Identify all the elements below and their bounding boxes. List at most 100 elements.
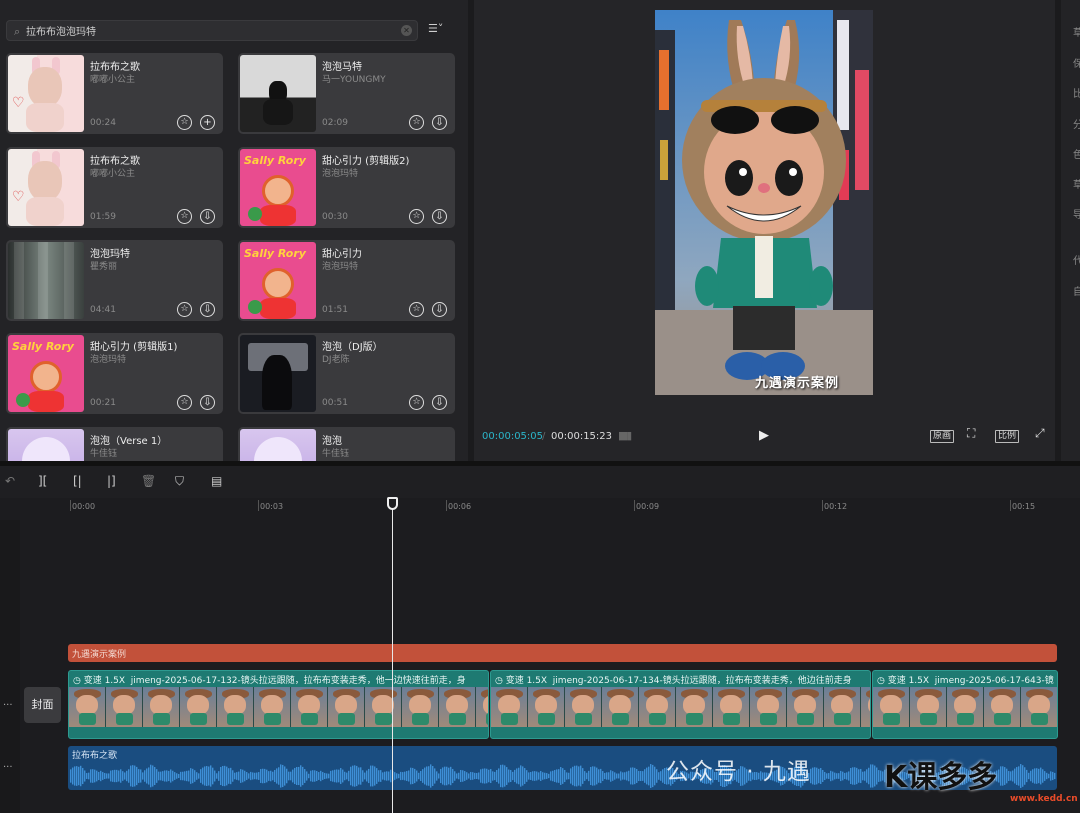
- video-clip[interactable]: ◷ 变速 1.5X jimeng-2025-06-17-132-镜头拉远跟随，拉…: [68, 670, 489, 739]
- watermark-text: 公众号 · 九遇: [666, 759, 811, 785]
- media-card[interactable]: Sally Rory 甜心引力 (剪辑版2) 泡泡玛特 00:30 ☆ ⇩: [238, 147, 455, 228]
- fullscreen-icon[interactable]: ⤢: [1033, 427, 1047, 439]
- ruler-tick: 00:15: [1009, 500, 1036, 511]
- video-caption: 九遇演示案例: [755, 376, 840, 391]
- cover-thumbnail: [240, 429, 316, 463]
- song-title: 泡泡（Verse 1）: [90, 436, 168, 447]
- favorite-icon[interactable]: ☆: [177, 302, 192, 317]
- text-clip[interactable]: 九遇演示案例: [68, 644, 1057, 662]
- video-preview[interactable]: 九遇演示案例: [655, 10, 873, 395]
- song-title: 甜心引力: [322, 249, 362, 260]
- cover-thumbnail: [240, 335, 316, 412]
- undo-icon[interactable]: ↶: [5, 474, 15, 488]
- download-icon[interactable]: ⇩: [432, 395, 447, 410]
- clip-frames: [873, 687, 1057, 727]
- time-ruler[interactable]: 00:00 00:03 00:06 00:09 00:12 00:15: [66, 498, 1080, 520]
- property-tab[interactable]: 草: [1073, 176, 1080, 191]
- property-tab[interactable]: 自: [1073, 283, 1080, 298]
- search-icon: ⌕: [14, 25, 21, 38]
- subtitle-icon[interactable]: ▤: [211, 474, 222, 488]
- cover-thumbnail: Sally Rory: [240, 242, 316, 319]
- favorite-icon[interactable]: ☆: [177, 115, 192, 130]
- search-box[interactable]: ⌕ ✕: [6, 20, 418, 41]
- split-icon[interactable]: ][: [38, 474, 47, 488]
- add-icon[interactable]: +: [200, 115, 215, 130]
- video-clip[interactable]: ◷ 变速 1.5X jimeng-2025-06-17-643-镜: [872, 670, 1058, 739]
- download-icon[interactable]: ⇩: [432, 302, 447, 317]
- playhead-handle[interactable]: [387, 497, 398, 510]
- download-icon[interactable]: ⇩: [432, 115, 447, 130]
- media-card[interactable]: 泡泡玛特 瞿秀丽 04:41 ☆ ⇩: [6, 240, 223, 321]
- song-artist: 嘟嘟小公主: [90, 169, 136, 179]
- marker-icon[interactable]: ⛉: [175, 474, 184, 489]
- song-title: 泡泡（DJ版）: [322, 342, 383, 353]
- filter-icon[interactable]: ☰˅: [428, 22, 443, 35]
- media-card[interactable]: ♡ 拉布布之歌 嘟嘟小公主 01:59 ☆ ⇩: [6, 147, 223, 228]
- cover-thumbnail: [240, 55, 316, 132]
- media-card[interactable]: 泡泡 牛佳钰: [238, 427, 455, 463]
- favorite-icon[interactable]: ☆: [177, 209, 192, 224]
- properties-panel: 草保比分色草导代自: [1061, 0, 1080, 461]
- song-artist: 嘟嘟小公主: [90, 75, 136, 85]
- song-title: 泡泡玛特: [90, 249, 130, 260]
- favorite-icon[interactable]: ☆: [177, 395, 192, 410]
- favorite-icon[interactable]: ☆: [409, 115, 424, 130]
- play-button[interactable]: ▶: [759, 428, 769, 443]
- property-tab[interactable]: 保: [1073, 55, 1080, 70]
- song-duration: 02:09: [322, 118, 348, 128]
- ratio-button[interactable]: 比例: [995, 430, 1020, 443]
- split-left-icon[interactable]: [|: [73, 474, 82, 488]
- song-artist: 马一YOUNGMY: [322, 75, 386, 85]
- timeline-toolbar: ↶ ][ [| |] 🗑 ⛉ ▤: [0, 466, 1080, 498]
- media-panel: ⌕ ✕ ☰˅ ♡拉布布之歌嘟嘟小公主00:24☆+泡泡马特马一YOUNGMY02…: [0, 0, 468, 463]
- split-right-icon[interactable]: |]: [107, 474, 116, 488]
- original-quality-button[interactable]: 原画: [930, 430, 955, 443]
- waveform-icon[interactable]: ▮▮▮: [618, 429, 632, 442]
- property-tab[interactable]: 分: [1073, 116, 1080, 131]
- clip-name: jimeng-2025-06-17-132-镜头拉远跟随，拉布布变装走秀，他一边…: [130, 676, 466, 686]
- song-artist: 泡泡玛特: [322, 169, 359, 179]
- favorite-icon[interactable]: ☆: [409, 209, 424, 224]
- media-card[interactable]: 泡泡马特马一YOUNGMY 02:09 ☆ ⇩: [238, 53, 455, 134]
- cover-button[interactable]: 封面: [24, 687, 61, 723]
- property-tab[interactable]: 比: [1073, 85, 1080, 100]
- property-tab[interactable]: 色: [1073, 146, 1080, 161]
- media-card[interactable]: 泡泡（Verse 1） 牛佳钰: [6, 427, 223, 463]
- cover-thumbnail: Sally Rory: [240, 149, 316, 226]
- song-artist: 牛佳钰: [322, 449, 350, 459]
- song-artist: 泡泡玛特: [322, 262, 359, 272]
- ruler-tick: 00:06: [445, 500, 472, 511]
- media-card[interactable]: Sally Rory 甜心引力 (剪辑版1) 泡泡玛特 00:21 ☆ ⇩: [6, 333, 223, 414]
- download-icon[interactable]: ⇩: [432, 209, 447, 224]
- property-tab[interactable]: 导: [1073, 206, 1080, 221]
- favorite-icon[interactable]: ☆: [409, 302, 424, 317]
- clip-name: jimeng-2025-06-17-643-镜: [934, 676, 1054, 686]
- media-card[interactable]: ♡ 拉布布之歌 嘟嘟小公主 00:24 ☆ +: [6, 53, 223, 134]
- cover-thumbnail: ♡: [8, 149, 84, 226]
- audio-track-more-icon[interactable]: ···: [3, 762, 13, 773]
- speed-icon: ◷: [495, 676, 506, 686]
- song-title: 甜心引力 (剪辑版1): [90, 342, 178, 353]
- media-card[interactable]: 泡泡（DJ版） DJ老陈 00:51 ☆ ⇩: [238, 333, 455, 414]
- download-icon[interactable]: ⇩: [200, 302, 215, 317]
- track-more-icon[interactable]: ···: [3, 700, 13, 711]
- search-input[interactable]: [26, 21, 396, 40]
- delete-icon[interactable]: 🗑: [141, 474, 156, 488]
- cover-thumbnail: Sally Rory: [8, 335, 84, 412]
- cover-thumbnail: [8, 242, 84, 319]
- clip-speed: 变速 1.5X: [505, 676, 548, 686]
- song-duration: 00:51: [322, 398, 348, 408]
- clear-icon[interactable]: ✕: [401, 25, 412, 36]
- media-card[interactable]: Sally Rory 甜心引力 泡泡玛特 01:51 ☆ ⇩: [238, 240, 455, 321]
- download-icon[interactable]: ⇩: [200, 395, 215, 410]
- current-time: 00:00:05:05: [482, 431, 544, 442]
- property-tab[interactable]: 草: [1073, 24, 1080, 39]
- favorite-icon[interactable]: ☆: [409, 395, 424, 410]
- speed-icon: ◷: [73, 676, 84, 686]
- snapshot-icon[interactable]: ⛶: [965, 427, 977, 439]
- video-clip[interactable]: ◷ 变速 1.5X jimeng-2025-06-17-134-镜头拉远跟随，拉…: [490, 670, 871, 739]
- property-tab[interactable]: 代: [1073, 252, 1080, 267]
- song-title: 泡泡马特: [322, 62, 362, 73]
- playhead[interactable]: [392, 498, 393, 813]
- download-icon[interactable]: ⇩: [200, 209, 215, 224]
